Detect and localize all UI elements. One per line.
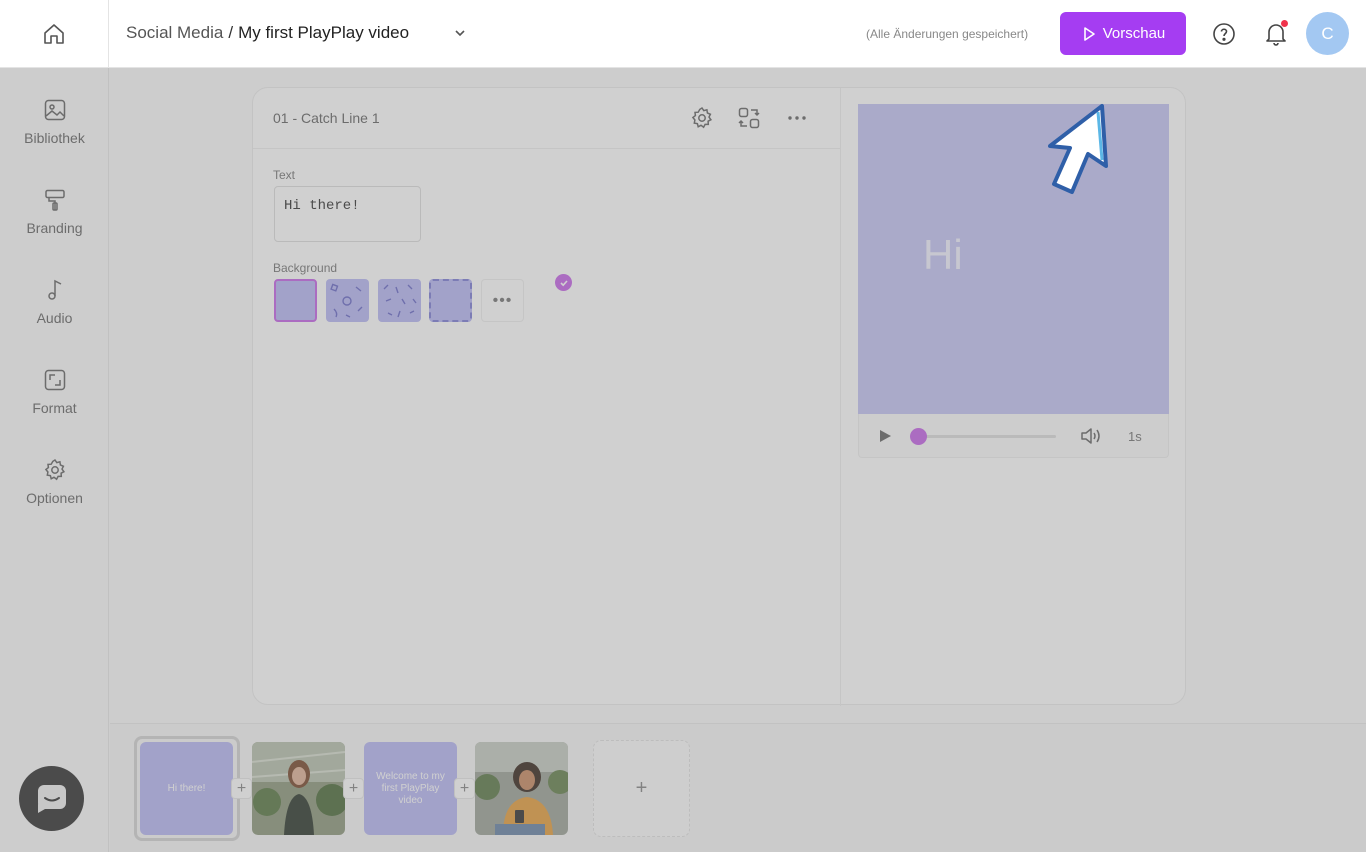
preview-text: Hi [923,231,963,278]
play-outline-icon [1083,26,1095,41]
text-label: Text [273,168,296,182]
scene-timeline: Hi there! + + Welcome to my first PlayPl… [110,723,1366,852]
scene-header: 01 - Catch Line 1 [253,88,840,149]
cursor-arrow-icon [1048,104,1108,194]
notification-badge [1281,20,1288,27]
swap-scene-button[interactable] [737,106,761,135]
insert-scene-button[interactable]: + [231,778,252,799]
scene-more-button[interactable] [785,106,809,135]
scene-thumbnail-3[interactable]: Welcome to my first PlayPlay video [364,742,457,835]
scene-thumbnail-2[interactable] [252,742,345,835]
chat-widget-button[interactable] [19,766,84,831]
volume-button[interactable] [1080,426,1102,451]
preview-canvas[interactable]: Hi [858,104,1169,414]
background-swatch-dashed[interactable] [429,279,472,322]
sidebar-item-label: Audio [36,310,73,326]
scene-thumbnail-4[interactable] [475,742,568,835]
text-input[interactable]: Hi there! [274,186,421,242]
progress-track[interactable] [914,435,1056,438]
top-bar: Social Media / My first PlayPlay video (… [0,0,1366,68]
home-button[interactable] [0,0,109,68]
swap-layout-icon [738,107,760,129]
photo-woman-phone [475,742,568,835]
confetti-pattern-icon [383,284,417,318]
scene-thumbnail-1[interactable]: Hi there! [140,742,233,835]
chevron-down-icon [455,30,465,37]
sidebar-item-label: Format [32,400,77,416]
sidebar-item-audio[interactable]: Audio [0,278,109,326]
photo-woman-greenhouse [252,742,345,835]
sidebar-item-format[interactable]: Format [0,368,109,416]
insert-scene-button[interactable]: + [343,778,364,799]
play-button[interactable] [877,428,893,449]
player-controls: 1s [858,414,1169,458]
save-status: (Alle Änderungen gespeichert) [866,27,1029,41]
duration-label: 1s [1128,429,1142,444]
scene-settings-button[interactable] [690,106,714,135]
sidebar: Bibliothek Branding Audio Format Optione… [0,68,109,852]
chat-icon [37,784,66,813]
resize-icon [44,369,65,391]
insert-scene-button[interactable]: + [454,778,475,799]
sidebar-item-optionen[interactable]: Optionen [0,458,109,506]
paint-roller-icon [44,189,65,211]
progress-knob[interactable] [910,428,927,445]
workspace: Bibliothek Branding Audio Format Optione… [0,68,1366,852]
background-label: Background [273,261,338,275]
more-backgrounds-button[interactable]: ••• [481,279,524,322]
selected-check-icon [555,274,572,291]
gear-icon [44,458,65,481]
background-swatch-shapes[interactable] [326,279,369,322]
help-icon [1213,23,1235,45]
more-horizontal-icon [788,116,806,120]
breadcrumb-separator: / [228,23,234,42]
preview-button-label: Vorschau [1102,25,1166,42]
sidebar-item-branding[interactable]: Branding [0,188,109,236]
sidebar-item-bibliothek[interactable]: Bibliothek [0,98,109,146]
project-name[interactable]: My first PlayPlay video [238,23,409,43]
sidebar-item-label: Branding [26,220,83,236]
help-button[interactable] [1212,22,1236,51]
gear-icon [691,106,713,129]
background-swatch-confetti[interactable] [378,279,421,322]
project-menu-button[interactable] [453,26,467,40]
shapes-pattern-icon [330,283,363,318]
breadcrumb-root[interactable]: Social Media [126,23,223,43]
image-icon [44,99,65,121]
sidebar-item-label: Optionen [26,490,83,506]
sidebar-item-label: Bibliothek [24,130,85,146]
volume-icon [1081,428,1100,444]
add-scene-button[interactable]: + [593,740,690,837]
avatar[interactable]: C [1306,12,1349,55]
music-note-icon [47,279,61,300]
breadcrumb: Social Media / My first PlayPlay video [126,23,467,43]
preview-button[interactable]: Vorschau [1060,12,1186,55]
panel-divider [840,88,841,706]
home-icon [44,24,64,44]
play-icon [880,430,891,442]
background-swatch-plain[interactable] [274,279,317,322]
scene-title: 01 - Catch Line 1 [273,110,380,126]
